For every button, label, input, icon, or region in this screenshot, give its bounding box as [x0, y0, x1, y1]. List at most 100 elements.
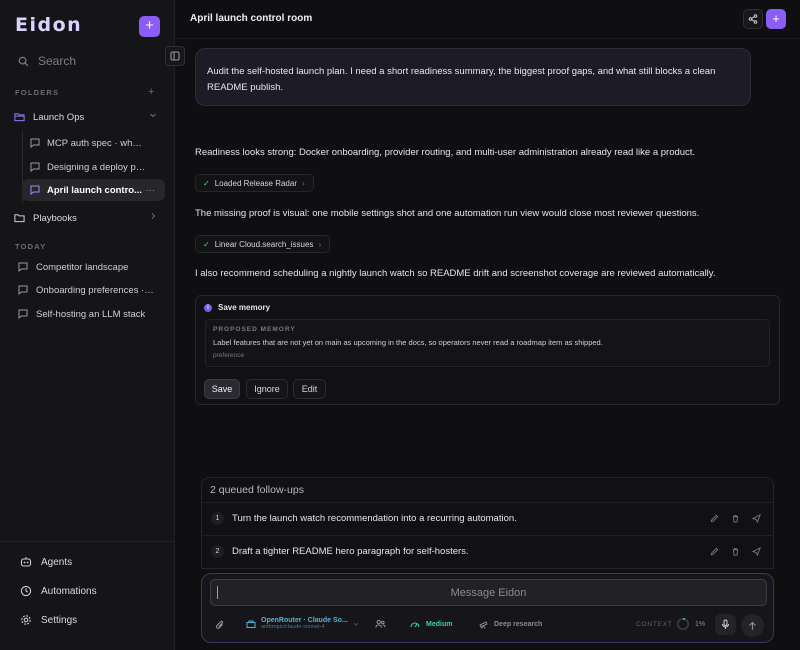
- model-name: OpenRouter · Claude So...: [261, 617, 348, 624]
- queue-item-actions: [710, 547, 761, 556]
- arrow-up-icon: [748, 621, 757, 631]
- gear-icon: [20, 614, 32, 626]
- queue-item[interactable]: 2 Draft a tighter README hero paragraph …: [202, 535, 773, 567]
- folder-icon: [14, 213, 25, 223]
- assistant-paragraph: The missing proof is visual: one mobile …: [195, 208, 700, 219]
- memory-title: i Save memory: [204, 303, 270, 312]
- deep-research-toggle[interactable]: Deep research: [479, 620, 542, 629]
- today-thread-item[interactable]: Competitor landscape: [10, 257, 167, 277]
- nav-label: Agents: [41, 556, 73, 568]
- model-icon: [246, 619, 256, 629]
- conversation-title: April launch control room: [190, 13, 313, 24]
- queue-item-text: Draft a tighter README hero paragraph fo…: [232, 546, 469, 557]
- model-id: anthropic/claude-sonnet-4: [261, 624, 325, 630]
- chat-icon: [30, 138, 40, 148]
- tool-call-label: Linear Cloud.search_issues: [214, 239, 314, 249]
- thread-label: Competitor landscape: [36, 261, 129, 273]
- memory-proposal-card: i Save memory PROPOSED MEMORY Label feat…: [195, 295, 780, 405]
- trash-icon[interactable]: [731, 514, 740, 523]
- composer-toolbar: OpenRouter · Claude So... anthropic/clau…: [202, 612, 773, 638]
- message-composer: OpenRouter · Claude So... anthropic/clau…: [201, 573, 774, 643]
- chat-icon: [18, 262, 28, 272]
- send-button[interactable]: [741, 614, 764, 637]
- thread-item-active[interactable]: April launch contro... ···: [22, 179, 165, 201]
- deep-research-label: Deep research: [494, 621, 543, 628]
- clock-icon: [20, 585, 32, 597]
- users-icon[interactable]: [375, 619, 386, 629]
- search-placeholder: Search: [38, 54, 77, 68]
- toggle-sidebar-button[interactable]: [165, 46, 185, 66]
- tool-call-chip[interactable]: ✓ Linear Cloud.search_issues ›: [195, 235, 331, 253]
- reasoning-effort-selector[interactable]: Medium: [410, 620, 452, 628]
- today-label: TODAY: [15, 242, 47, 251]
- search-icon: [18, 56, 29, 67]
- queue-item[interactable]: 1 Turn the launch watch recommendation i…: [202, 502, 773, 534]
- thread-item[interactable]: Designing a deploy pipel...: [22, 156, 165, 178]
- thread-label: MCP auth spec · what c...: [47, 137, 147, 149]
- model-selector[interactable]: OpenRouter · Claude So... anthropic/clau…: [246, 617, 359, 631]
- queue-item-number: 1: [211, 512, 224, 525]
- queue-item-actions: [710, 514, 761, 523]
- proposed-memory-text: Label features that are not yet on main …: [213, 338, 603, 347]
- thread-label: Onboarding preferences · s...: [36, 284, 156, 296]
- folder-playbooks[interactable]: Playbooks: [8, 207, 167, 229]
- chevron-down-icon: [149, 111, 157, 119]
- memory-type-tag: preference: [213, 352, 245, 359]
- folder-label: Launch Ops: [33, 111, 85, 123]
- share-icon: [748, 14, 758, 24]
- chevron-right-icon: ›: [301, 178, 305, 188]
- header-new-button[interactable]: +: [766, 9, 786, 29]
- thread-label: Designing a deploy pipel...: [47, 161, 147, 173]
- send-now-icon[interactable]: [752, 547, 761, 556]
- nav-agents[interactable]: Agents: [10, 550, 165, 574]
- agents-icon: [20, 556, 32, 568]
- thread-item[interactable]: MCP auth spec · what c...: [22, 132, 165, 154]
- share-button[interactable]: [743, 9, 763, 29]
- send-now-icon[interactable]: [752, 514, 761, 523]
- new-chat-button[interactable]: +: [139, 16, 160, 37]
- user-message-text: Audit the self-hosted launch plan. I nee…: [207, 66, 716, 93]
- effort-label: Medium: [426, 620, 453, 628]
- folder-open-icon: [14, 112, 25, 122]
- voice-input-button[interactable]: [715, 614, 736, 635]
- bottom-nav: Agents Automations Settings: [0, 541, 175, 650]
- sidebar-toggle-icon: [170, 51, 180, 61]
- chevron-right-icon: ›: [318, 239, 322, 249]
- edit-icon[interactable]: [710, 514, 719, 523]
- more-options-button[interactable]: ···: [146, 185, 156, 196]
- folder-label: Playbooks: [33, 212, 77, 224]
- save-memory-button[interactable]: Save: [204, 379, 240, 399]
- proposed-memory-box: PROPOSED MEMORY Label features that are …: [205, 319, 770, 367]
- attach-icon[interactable]: [215, 619, 225, 631]
- today-thread-item[interactable]: Self-hosting an LLM stack: [10, 304, 167, 324]
- telescope-icon: [479, 620, 489, 629]
- folder-launch-ops[interactable]: Launch Ops: [8, 106, 167, 128]
- ignore-memory-button[interactable]: Ignore: [246, 379, 288, 399]
- nav-settings[interactable]: Settings: [10, 608, 165, 632]
- model-text: OpenRouter · Claude So... anthropic/clau…: [261, 617, 348, 631]
- context-percent: 1%: [695, 621, 706, 628]
- queue-title: 2 queued follow-ups: [210, 484, 304, 496]
- today-thread-item[interactable]: Onboarding preferences · s...: [10, 280, 167, 300]
- microphone-icon: [721, 619, 730, 630]
- tool-call-chip[interactable]: ✓ Loaded Release Radar ›: [195, 174, 314, 192]
- search-bar[interactable]: Search: [10, 51, 165, 71]
- chat-icon: [18, 309, 28, 319]
- memory-title-text: Save memory: [218, 303, 271, 312]
- context-label: CONTEXT: [636, 621, 673, 628]
- chevron-down-icon: [353, 621, 359, 627]
- thread-label: Self-hosting an LLM stack: [36, 308, 146, 320]
- chat-icon: [30, 185, 40, 195]
- trash-icon[interactable]: [731, 547, 740, 556]
- add-folder-button[interactable]: +: [148, 86, 154, 98]
- folders-label: FOLDERS: [15, 88, 60, 97]
- edit-memory-button[interactable]: Edit: [293, 379, 326, 399]
- chat-icon: [30, 162, 40, 172]
- info-icon: i: [204, 303, 212, 312]
- message-input[interactable]: [210, 579, 767, 606]
- chat-icon: [18, 285, 28, 295]
- thread-label: April launch contro...: [47, 184, 143, 196]
- edit-icon[interactable]: [710, 547, 719, 556]
- nav-automations[interactable]: Automations: [10, 579, 165, 603]
- sidebar: Eidon + Search FOLDERS + Launch Ops MCP …: [0, 0, 175, 650]
